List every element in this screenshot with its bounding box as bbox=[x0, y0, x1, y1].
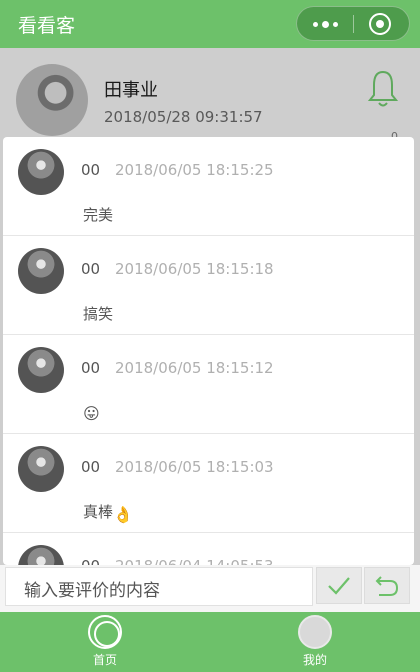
comment-item: 00 2018/06/05 18:15:18 搞笑 bbox=[3, 236, 414, 335]
top-nav-bar: 看看客 bbox=[0, 0, 420, 48]
comment-input[interactable]: 输入要评价的内容 bbox=[5, 567, 313, 606]
comment-item: 00 2018/06/04 14:05:53 bbox=[3, 533, 414, 565]
cancel-comment-button[interactable] bbox=[364, 567, 410, 604]
comment-text: 搞笑 bbox=[83, 305, 114, 323]
app-title: 看看客 bbox=[18, 15, 76, 37]
user-avatar-icon bbox=[298, 615, 332, 649]
comment-list-panel: 00 2018/06/05 18:15:25 完美 00 2018/06/05 … bbox=[3, 137, 414, 565]
tab-home[interactable]: 首页 bbox=[55, 612, 155, 672]
submit-comment-button[interactable] bbox=[316, 567, 362, 604]
comment-avatar[interactable] bbox=[18, 149, 64, 195]
tab-home-label: 首页 bbox=[92, 653, 117, 667]
comment-avatar[interactable] bbox=[18, 446, 64, 492]
comment-username: 00 bbox=[81, 260, 101, 278]
comment-time: 2018/06/05 18:15:18 bbox=[115, 260, 274, 278]
home-circle-icon bbox=[88, 615, 122, 649]
comment-text: 完美 bbox=[83, 206, 114, 224]
more-menu-icon[interactable] bbox=[313, 16, 339, 32]
comment-text: 真棒👌 bbox=[83, 503, 133, 524]
comment-avatar[interactable] bbox=[18, 248, 64, 294]
comment-username: 00 bbox=[81, 458, 101, 476]
comment-item: 00 2018/06/05 18:15:12 😛 bbox=[3, 335, 414, 434]
comment-item: 00 2018/06/05 18:15:03 真棒👌 bbox=[3, 434, 414, 533]
comment-username: 00 bbox=[81, 557, 100, 565]
comment-username: 00 bbox=[81, 359, 101, 377]
comment-text: 😛 bbox=[83, 402, 100, 423]
comment-avatar[interactable] bbox=[18, 347, 64, 393]
capsule-divider bbox=[353, 15, 354, 33]
mini-program-capsule bbox=[296, 6, 410, 41]
comment-time: 2018/06/05 18:15:12 bbox=[115, 359, 274, 377]
comment-time: 2018/06/05 18:15:25 bbox=[115, 161, 274, 179]
undo-arrow-icon bbox=[375, 576, 399, 596]
comment-input-bar: 输入要评价的内容 bbox=[0, 565, 420, 612]
ok-hand-emoji-icon: 👌 bbox=[113, 505, 133, 524]
comment-item: 00 2018/06/05 18:15:25 完美 bbox=[3, 137, 414, 236]
close-target-icon[interactable] bbox=[369, 13, 391, 35]
tongue-emoji-icon: 😛 bbox=[83, 404, 100, 423]
tab-mine[interactable]: 我的 bbox=[265, 612, 365, 672]
comment-avatar[interactable] bbox=[18, 545, 64, 565]
bottom-tab-bar: 首页 我的 bbox=[0, 612, 420, 672]
comment-time: 2018/06/05 18:15:03 bbox=[115, 458, 274, 476]
tab-mine-label: 我的 bbox=[302, 653, 327, 667]
comment-username: 00 bbox=[81, 161, 101, 179]
check-icon bbox=[328, 577, 350, 595]
comment-time: 2018/06/04 14:05:53 bbox=[115, 557, 274, 565]
